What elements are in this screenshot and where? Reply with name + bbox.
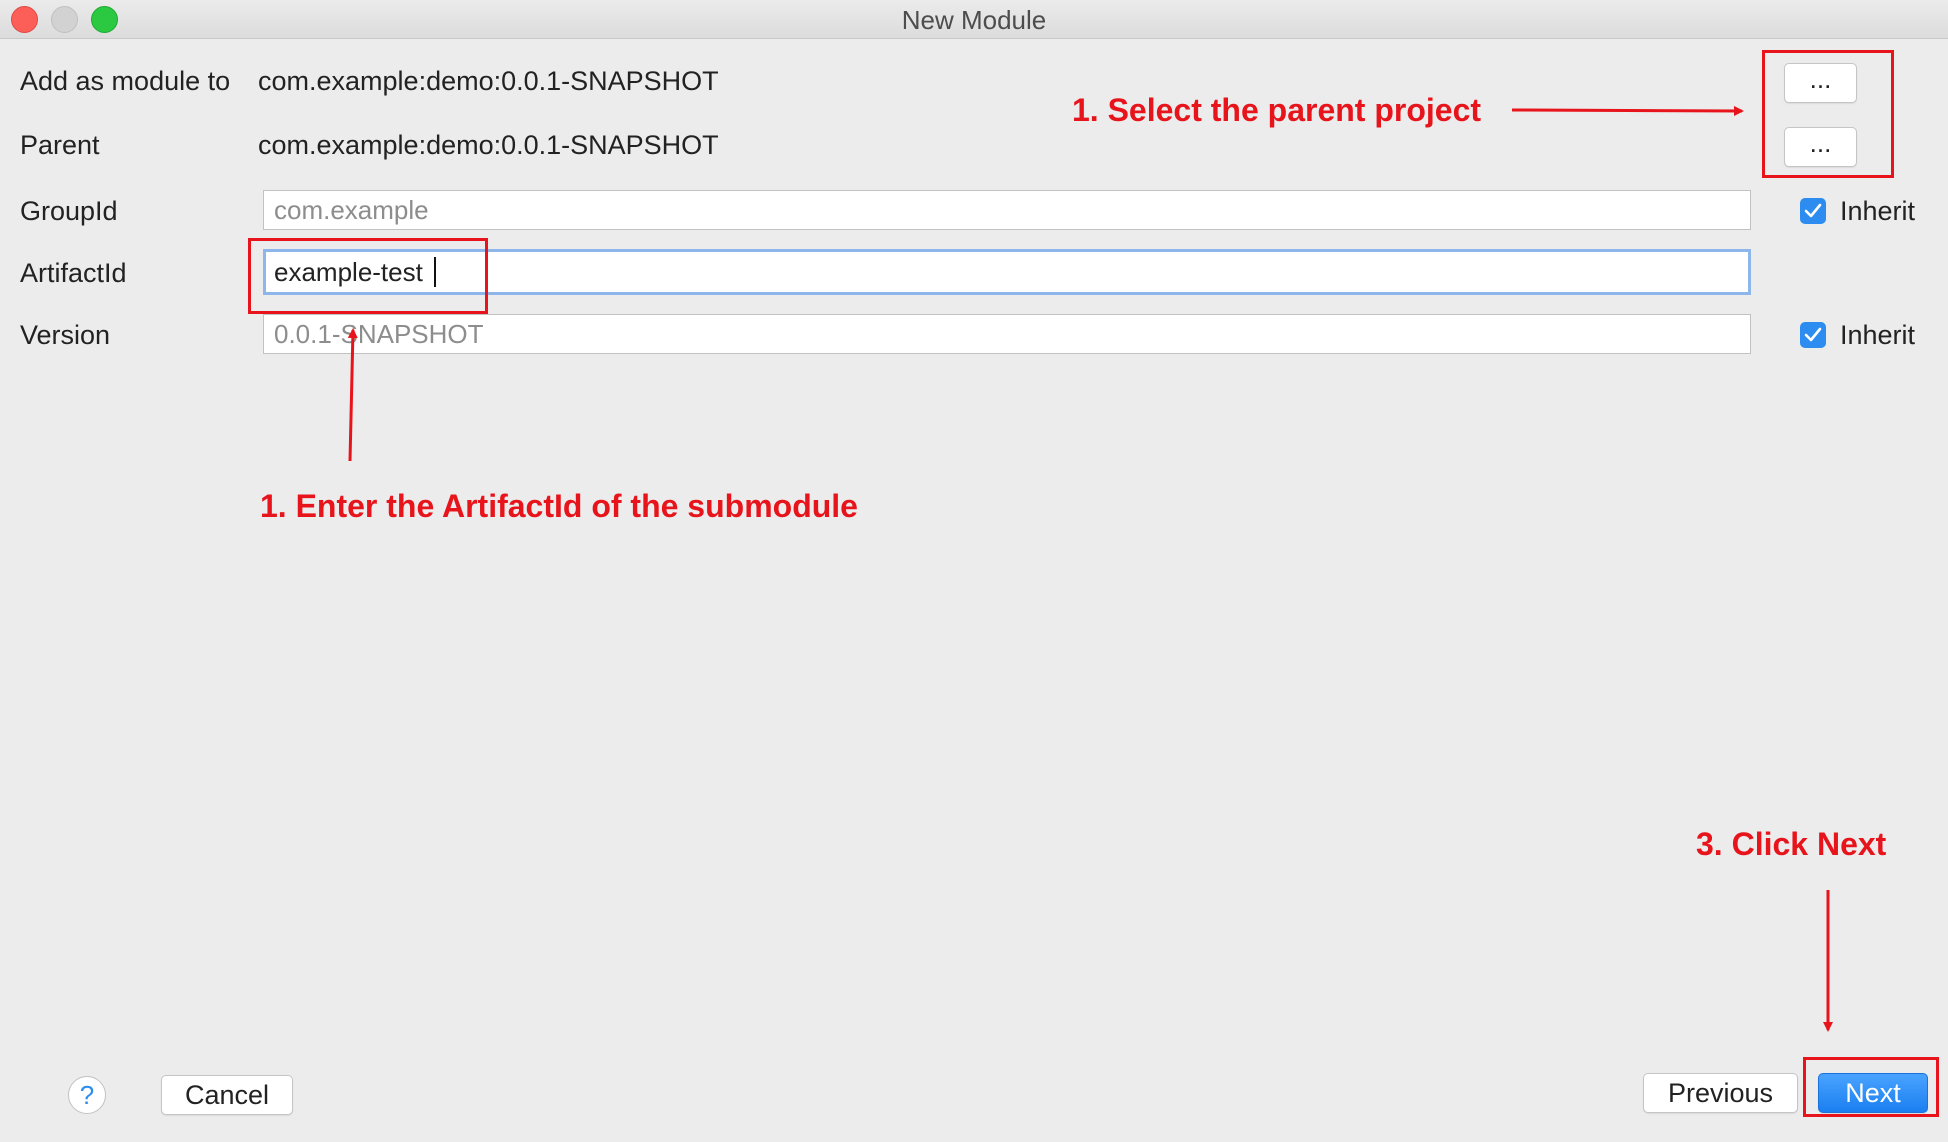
arrow-to-browse-buttons [1511,105,1744,116]
cancel-button[interactable]: Cancel [161,1075,293,1115]
help-button[interactable]: ? [68,1076,106,1114]
annotation-arrows [347,105,1833,1032]
next-button[interactable]: Next [1818,1073,1928,1113]
previous-button[interactable]: Previous [1643,1073,1798,1113]
arrow-to-artifact-input [347,328,358,462]
